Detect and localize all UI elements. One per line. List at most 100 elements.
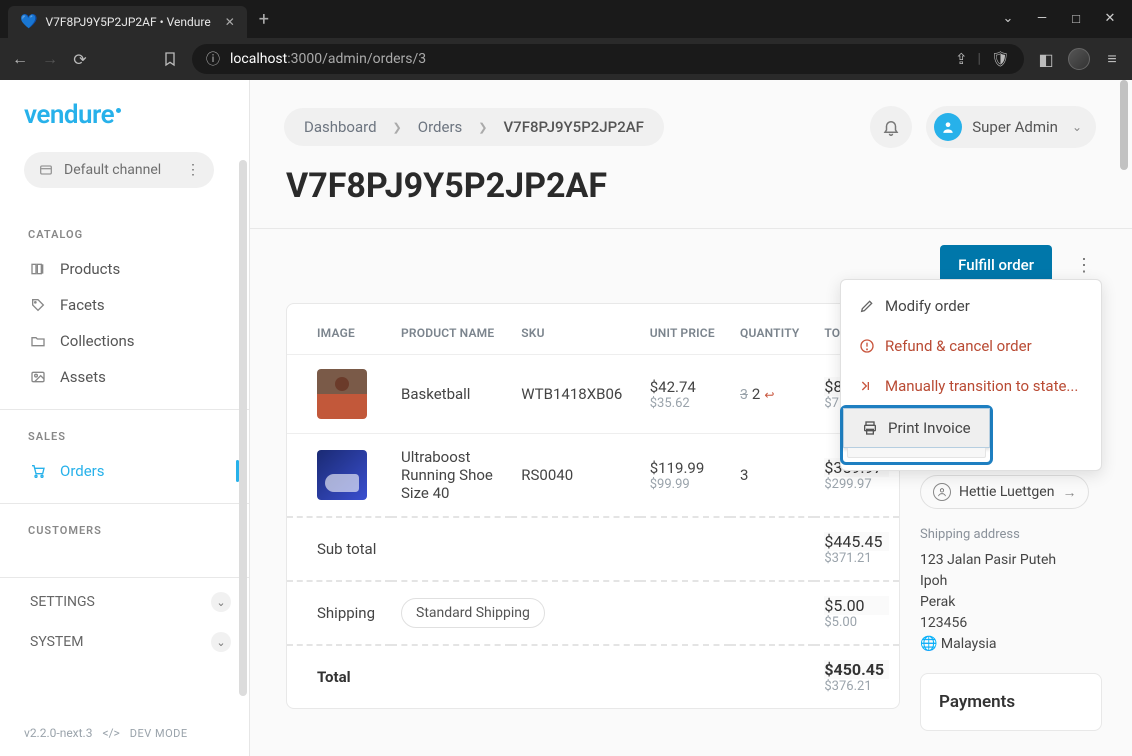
sidepanel-icon[interactable]: ◧ (1038, 50, 1054, 69)
main-content: Dashboard ❯ Orders ❯ V7F8PJ9Y5P2JP2AF Su… (250, 80, 1132, 756)
logo[interactable]: vendure (24, 100, 237, 130)
th-unit: UNIT PRICE (640, 304, 730, 355)
product-name[interactable]: Basketball (391, 355, 511, 434)
nav-back-icon[interactable]: ← (12, 49, 28, 69)
page-title: V7F8PJ9Y5P2JP2AF (250, 148, 1132, 228)
share-icon[interactable]: ⇪ (955, 50, 968, 68)
chevron-right-icon: ❯ (393, 121, 402, 134)
active-indicator (236, 460, 239, 482)
window-close-icon[interactable]: ✕ (1102, 11, 1118, 27)
window-maximize-icon[interactable]: □ (1068, 11, 1084, 27)
payments-card: Payments (920, 673, 1102, 731)
user-avatar-icon (934, 113, 962, 141)
browser-menu-icon[interactable]: ≡ (1104, 49, 1120, 69)
window-minimize-icon[interactable]: ― (1034, 11, 1050, 27)
devmode-badge: DEV MODE (130, 727, 188, 740)
order-actions-dropdown: Modify order Refund & cancel order Manua… (840, 279, 1102, 471)
total-row: Total $450.45$376.21 (287, 645, 899, 708)
product-name[interactable]: Ultraboost Running Shoe Size 40 (391, 434, 511, 518)
sidebar-item-settings[interactable]: SETTINGS⌄ (24, 582, 237, 622)
crumb-current: V7F8PJ9Y5P2JP2AF (504, 118, 644, 136)
profile-avatar[interactable] (1068, 48, 1090, 70)
section-catalog: CATALOG (28, 228, 237, 241)
new-tab-button[interactable]: + (259, 9, 269, 30)
alert-icon (859, 338, 875, 354)
shipping-row: Shipping Standard Shipping $5.00$5.00 (287, 581, 899, 645)
product-thumbnail[interactable] (317, 450, 367, 500)
sidebar-scrollbar[interactable] (239, 160, 247, 696)
chevron-down-icon: ⌄ (1072, 120, 1082, 134)
orders-icon (30, 463, 48, 479)
crumb-dashboard[interactable]: Dashboard (304, 118, 377, 136)
assets-icon (30, 369, 48, 385)
th-sku: SKU (511, 304, 639, 355)
bell-icon (882, 118, 900, 136)
product-thumbnail[interactable] (317, 369, 367, 419)
breadcrumb: Dashboard ❯ Orders ❯ V7F8PJ9Y5P2JP2AF (284, 108, 664, 146)
main-scrollbar[interactable] (1120, 80, 1128, 170)
pencil-icon (859, 298, 875, 314)
sidebar-item-system[interactable]: SYSTEM⌄ (24, 622, 237, 662)
nav-reload-icon[interactable]: ⟳ (72, 50, 88, 69)
facets-icon (30, 297, 48, 313)
tab-favicon: 💙 (20, 14, 37, 30)
product-sku: RS0040 (511, 434, 639, 518)
url-bar[interactable]: ⓘ localhost:3000/admin/orders/3 ⇪ | 🛡 (192, 44, 1024, 74)
shield-icon[interactable]: 🛡 (991, 50, 1010, 68)
bookmark-icon[interactable] (162, 51, 178, 67)
section-sales: SALES (28, 430, 237, 443)
tab-close-icon[interactable]: ✕ (225, 15, 235, 29)
chevron-down-icon: ⌄ (211, 632, 231, 652)
return-icon: ↩ (764, 388, 774, 402)
url-path: :3000/admin/orders/3 (287, 51, 426, 67)
th-image: IMAGE (287, 304, 391, 355)
site-info-icon[interactable]: ⓘ (206, 49, 220, 69)
version-text: v2.2.0-next.3 (24, 726, 92, 740)
printer-icon (862, 420, 878, 436)
window-dropdown-icon[interactable]: ⌄ (1000, 11, 1016, 27)
shipping-address: Shipping address 123 Jalan Pasir Puteh I… (920, 527, 1102, 655)
menu-print-invoice-highlight: Print Invoice (840, 405, 993, 465)
user-menu[interactable]: Super Admin ⌄ (926, 106, 1096, 148)
table-row: Basketball WTB1418XB06 $42.74$35.62 32↩ … (287, 355, 899, 434)
globe-icon: 🌐 (920, 636, 937, 652)
channel-more-icon[interactable]: ⋮ (186, 162, 200, 178)
code-icon: </> (102, 726, 119, 740)
url-host: localhost (230, 51, 287, 67)
channel-icon (38, 162, 54, 178)
window-titlebar: 💙 V7F8PJ9Y5P2JP2AF • Vendure ✕ + ⌄ ― □ ✕ (0, 0, 1132, 38)
menu-modify-order[interactable]: Modify order (841, 286, 1101, 326)
user-name: Super Admin (972, 118, 1058, 136)
shipping-method-badge: Standard Shipping (401, 598, 545, 628)
menu-transition-state[interactable]: Manually transition to state... (841, 366, 1101, 406)
sidebar-item-facets[interactable]: Facets (24, 287, 237, 323)
chevron-down-icon: ⌄ (211, 592, 231, 612)
payments-title: Payments (921, 674, 1101, 730)
browser-tab[interactable]: 💙 V7F8PJ9Y5P2JP2AF • Vendure ✕ (8, 6, 247, 38)
table-row: Ultraboost Running Shoe Size 40 RS0040 $… (287, 434, 899, 518)
customer-chip[interactable]: Hettie Luettgen → (920, 475, 1089, 509)
channel-selector[interactable]: Default channel ⋮ (24, 152, 214, 188)
chevron-right-icon: ❯ (478, 121, 487, 134)
sidebar-item-orders[interactable]: Orders (24, 453, 237, 489)
subtotal-row: Sub total $445.45$371.21 (287, 517, 899, 581)
menu-print-invoice[interactable]: Print Invoice (843, 408, 990, 448)
tab-title: V7F8PJ9Y5P2JP2AF • Vendure (45, 15, 210, 29)
products-icon (30, 261, 48, 277)
arrow-right-icon: → (1062, 484, 1076, 501)
sidebar-item-collections[interactable]: Collections (24, 323, 237, 359)
th-qty: QUANTITY (730, 304, 814, 355)
browser-toolbar: ← → ⟳ ⓘ localhost:3000/admin/orders/3 ⇪ … (0, 38, 1132, 80)
crumb-orders[interactable]: Orders (418, 118, 463, 136)
step-icon (859, 378, 875, 394)
notifications-button[interactable] (870, 106, 912, 148)
sidebar-item-assets[interactable]: Assets (24, 359, 237, 395)
collections-icon (30, 333, 48, 349)
section-customers: CUSTOMERS (28, 524, 237, 537)
menu-refund-cancel[interactable]: Refund & cancel order (841, 326, 1101, 366)
th-product: PRODUCT NAME (391, 304, 511, 355)
order-lines-card: IMAGE PRODUCT NAME SKU UNIT PRICE QUANTI… (286, 303, 900, 709)
nav-forward-icon[interactable]: → (42, 49, 58, 69)
customer-name: Hettie Luettgen (959, 484, 1054, 500)
sidebar-item-products[interactable]: Products (24, 251, 237, 287)
